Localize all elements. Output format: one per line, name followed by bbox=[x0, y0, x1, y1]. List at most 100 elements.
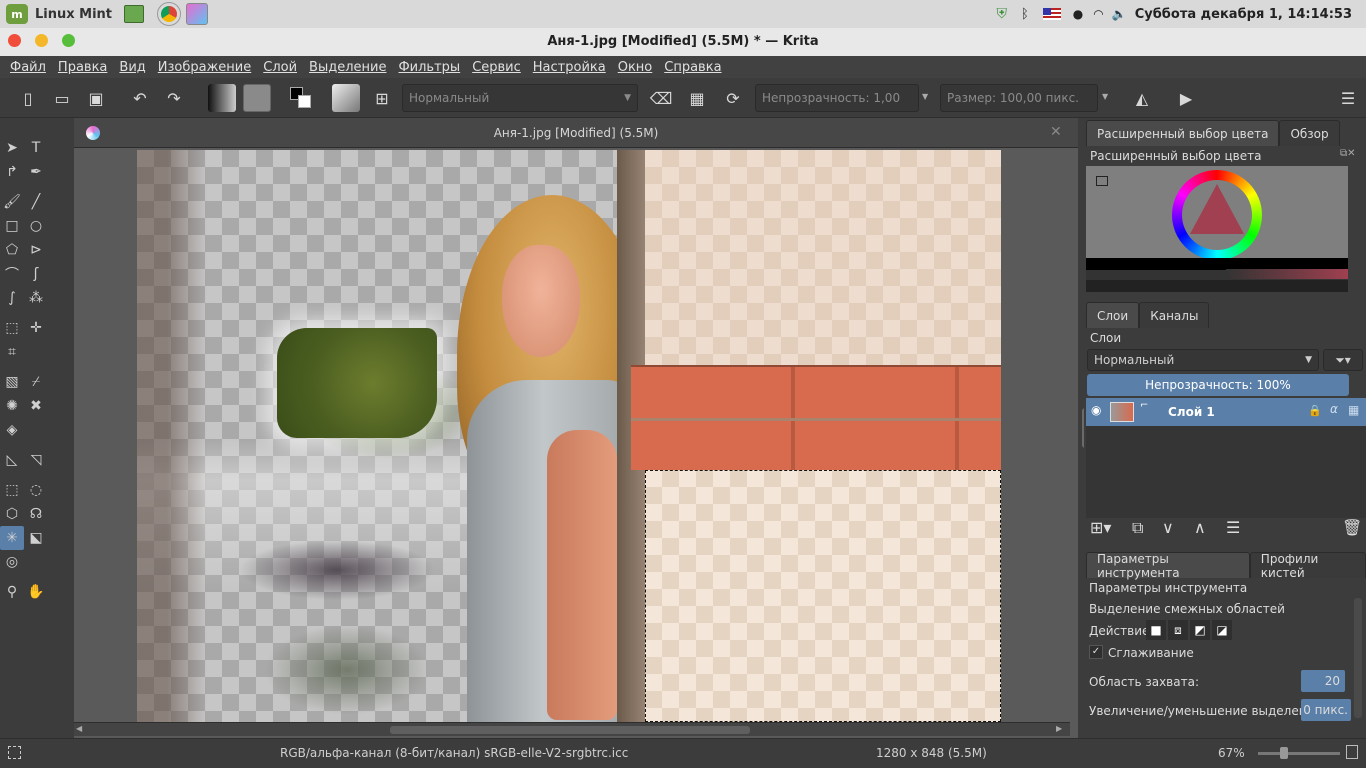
assistant-tool-icon[interactable]: ◺ bbox=[0, 448, 24, 472]
select-shapes-tool-icon[interactable]: ➤ bbox=[0, 136, 24, 160]
bezier-selection-tool-icon[interactable]: ◎ bbox=[0, 550, 24, 574]
image-canvas[interactable] bbox=[137, 150, 1001, 722]
menu-file[interactable]: Файл bbox=[4, 60, 52, 75]
delete-layer-icon[interactable]: 🗑 bbox=[1342, 518, 1362, 537]
tab-advanced-color-selector[interactable]: Расширенный выбор цвета bbox=[1086, 120, 1280, 146]
polyline-tool-icon[interactable]: ⊳ bbox=[24, 238, 48, 262]
color-shade-strip[interactable] bbox=[1226, 269, 1348, 279]
gradient-tool-icon[interactable]: ▧ bbox=[0, 370, 24, 394]
layer-name[interactable]: Слой 1 bbox=[1168, 405, 1215, 419]
intersect-selection-icon[interactable]: ⧈ bbox=[1168, 620, 1188, 640]
zoom-tool-icon[interactable]: ⚲ bbox=[0, 580, 24, 604]
brush-preset-icon[interactable] bbox=[332, 84, 360, 112]
polygon-tool-icon[interactable]: ⬠ bbox=[0, 238, 24, 262]
foreground-background-color-icon[interactable] bbox=[286, 84, 314, 112]
selection-mode-icon[interactable] bbox=[8, 746, 21, 759]
move-layer-up-icon[interactable]: ∧ bbox=[1194, 518, 1206, 537]
layer-properties-icon[interactable]: ☰ bbox=[1226, 518, 1240, 537]
layer-blend-mode-select[interactable]: Нормальный ▼ bbox=[1087, 349, 1319, 371]
redo-icon[interactable]: ↷ bbox=[160, 84, 188, 112]
tab-overview[interactable]: Обзор bbox=[1279, 120, 1340, 146]
choose-workspace-icon[interactable]: ⊞ bbox=[368, 84, 396, 112]
layer-lock-icon[interactable]: 🔒 bbox=[1308, 404, 1322, 417]
horizontal-scrollbar-handle[interactable] bbox=[390, 726, 750, 734]
document-tab[interactable]: Аня-1.jpg [Modified] (5.5M) ✕ bbox=[74, 118, 1078, 148]
wifi-icon[interactable]: ◠ bbox=[1093, 7, 1103, 21]
mint-menu-label[interactable]: Linux Mint bbox=[35, 7, 112, 22]
color-triangle[interactable] bbox=[1190, 184, 1244, 234]
add-layer-icon[interactable]: ⊞▾ bbox=[1090, 518, 1111, 537]
preserve-alpha-icon[interactable]: ▦ bbox=[683, 84, 711, 112]
mirror-horizontal-icon[interactable]: ◭ bbox=[1128, 84, 1156, 112]
size-menu-chevron-icon[interactable]: ▼ bbox=[1102, 92, 1108, 101]
crop-tool-icon[interactable]: ⌗ bbox=[0, 340, 24, 364]
zoom-level[interactable]: 67% bbox=[1218, 746, 1245, 760]
undo-icon[interactable]: ↶ bbox=[126, 84, 154, 112]
layer-row[interactable]: ◉ ⌐ Слой 1 🔒 α ▦ bbox=[1086, 398, 1366, 426]
bezier-tool-icon[interactable]: ⌒ bbox=[0, 262, 24, 286]
tool-options-scrollbar[interactable] bbox=[1354, 598, 1362, 718]
layer-opacity-slider[interactable]: Непрозрачность: 100% bbox=[1087, 374, 1349, 396]
smart-patch-tool-icon[interactable]: ✖ bbox=[24, 394, 48, 418]
duplicate-layer-icon[interactable]: ⧉ bbox=[1132, 518, 1143, 538]
measure-tool-icon[interactable]: ◹ bbox=[24, 448, 48, 472]
menu-settings[interactable]: Настройка bbox=[527, 60, 612, 75]
dynamic-brush-tool-icon[interactable]: ∫ bbox=[0, 286, 24, 310]
window-titlebar[interactable]: Аня-1.jpg [Modified] (5.5M) * — Krita bbox=[0, 28, 1366, 56]
bluetooth-icon[interactable]: ᛒ bbox=[1021, 7, 1029, 22]
color-selector-widget[interactable] bbox=[1086, 166, 1348, 292]
zoom-slider[interactable] bbox=[1258, 747, 1340, 759]
menu-filters[interactable]: Фильтры bbox=[392, 60, 466, 75]
opacity-slider[interactable]: Непрозрачность: 1,00 bbox=[755, 84, 919, 112]
move-tool-icon[interactable]: ✛ bbox=[24, 316, 48, 340]
fuzziness-input[interactable]: 20 bbox=[1301, 670, 1345, 692]
antialias-checkbox[interactable]: ✓ bbox=[1089, 645, 1103, 659]
horizontal-scrollbar[interactable]: ◀ ▶ bbox=[74, 722, 1070, 736]
horizontal-scrollbar-left-arrow[interactable]: ◀ bbox=[76, 724, 82, 733]
replace-selection-icon[interactable]: ■ bbox=[1146, 620, 1166, 640]
calligraphy-tool-icon[interactable]: ✒ bbox=[24, 160, 48, 184]
layer-filter-icon[interactable]: ⏷▾ bbox=[1323, 349, 1363, 371]
grow-input[interactable]: 0 пикс. bbox=[1301, 699, 1351, 721]
reload-preset-icon[interactable]: ⟳ bbox=[719, 84, 747, 112]
tab-brush-presets[interactable]: Профили кистей bbox=[1249, 552, 1366, 580]
toolbar-menu-icon[interactable]: ☰ bbox=[1334, 84, 1362, 112]
opacity-menu-chevron-icon[interactable]: ▼ bbox=[922, 92, 928, 101]
transform-tool-icon[interactable]: ⬚ bbox=[0, 316, 24, 340]
mint-menu-icon[interactable]: m bbox=[6, 4, 28, 24]
rectangle-tool-icon[interactable]: □ bbox=[0, 214, 24, 238]
similar-color-selection-tool-icon[interactable]: ⬕ bbox=[24, 526, 48, 550]
zoom-slider-handle[interactable] bbox=[1280, 747, 1288, 759]
save-document-icon[interactable]: ▣ bbox=[82, 84, 110, 112]
size-slider[interactable]: Размер: 100,00 пикс. bbox=[940, 84, 1098, 112]
menu-layer[interactable]: Слой bbox=[257, 60, 303, 75]
add-selection-icon[interactable]: ◩ bbox=[1190, 620, 1210, 640]
shield-icon[interactable]: ⛨ bbox=[996, 6, 1007, 22]
mirror-vertical-icon[interactable]: ▶ bbox=[1172, 84, 1200, 112]
multibrush-tool-icon[interactable]: ⁂ bbox=[24, 286, 48, 310]
menu-select[interactable]: Выделение bbox=[303, 60, 392, 75]
line-tool-icon[interactable]: ╱ bbox=[24, 190, 48, 214]
horizontal-scrollbar-right-arrow[interactable]: ▶ bbox=[1056, 724, 1062, 733]
rectangular-selection-tool-icon[interactable]: ⬚ bbox=[0, 478, 24, 502]
keyboard-layout-flag-icon[interactable] bbox=[1042, 8, 1061, 20]
pattern-preset-icon[interactable] bbox=[243, 84, 271, 112]
layer-visibility-eye-icon[interactable]: ◉ bbox=[1091, 403, 1101, 417]
pan-tool-icon[interactable]: ✋ bbox=[24, 580, 48, 604]
files-icon[interactable] bbox=[124, 5, 145, 23]
docker-float-close-icon[interactable]: ⧉✕ bbox=[1340, 148, 1356, 159]
layer-inherit-alpha-icon[interactable]: ▦ bbox=[1348, 403, 1359, 417]
elliptical-selection-tool-icon[interactable]: ◌ bbox=[24, 478, 48, 502]
user-icon[interactable]: ● bbox=[1073, 7, 1083, 21]
krita-taskbar-icon[interactable] bbox=[186, 3, 209, 25]
ellipse-tool-icon[interactable]: ○ bbox=[24, 214, 48, 238]
menu-help[interactable]: Справка bbox=[658, 60, 727, 75]
fill-tool-icon[interactable]: ◈ bbox=[0, 418, 24, 442]
close-document-icon[interactable]: ✕ bbox=[1050, 124, 1062, 140]
freehand-selection-tool-icon[interactable]: ☊ bbox=[24, 502, 48, 526]
menu-tools[interactable]: Сервис bbox=[466, 60, 527, 75]
menu-view[interactable]: Вид bbox=[113, 60, 151, 75]
text-tool-icon[interactable]: T bbox=[24, 136, 48, 160]
chrome-icon[interactable] bbox=[157, 2, 182, 26]
edit-shapes-tool-icon[interactable]: ↱ bbox=[0, 160, 24, 184]
